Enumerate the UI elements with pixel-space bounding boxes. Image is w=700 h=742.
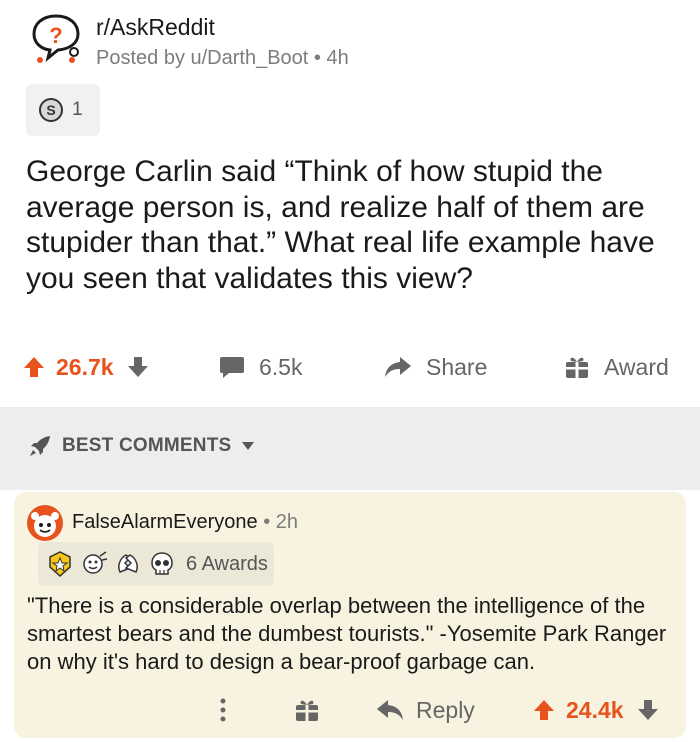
sort-dropdown[interactable]: BEST COMMENTS <box>28 434 255 458</box>
post-actions: 26.7k 6.5k Share Award <box>0 345 700 389</box>
downvote-arrow-icon[interactable] <box>126 355 150 379</box>
award-count: 1 <box>72 99 83 120</box>
comment-body: "There is a considerable overlap between… <box>27 593 667 674</box>
gift-icon <box>566 357 588 378</box>
awards-count-label: 6 Awards <box>186 552 268 575</box>
share-button[interactable]: Share <box>384 345 487 389</box>
reply-label: Reply <box>416 696 475 723</box>
skull-award-icon <box>151 552 173 575</box>
post-card: ? r/AskReddit Posted by u/Darth_Boot • 4… <box>0 0 700 407</box>
post-title[interactable]: George Carlin said “Think of how stupid … <box>26 154 686 296</box>
caret-down-icon <box>242 442 255 450</box>
more-options-button[interactable] <box>219 690 227 730</box>
comment-username[interactable]: FalseAlarmEveryone <box>72 511 258 533</box>
vote-controls: 26.7k <box>22 345 150 389</box>
downvote-arrow-icon[interactable] <box>636 698 660 722</box>
share-label: Share <box>426 353 488 380</box>
comment-age: 2h <box>275 511 298 533</box>
upvote-arrow-icon[interactable] <box>22 355 46 379</box>
upvote-count: 26.7k <box>56 353 114 380</box>
upvote-arrow-icon[interactable] <box>532 698 556 722</box>
meta-separator: • <box>263 511 276 533</box>
comment-meta: FalseAlarmEveryone • 2h <box>72 511 298 534</box>
hands-award-icon <box>118 554 138 573</box>
reply-button[interactable]: Reply <box>376 690 475 730</box>
post-awards[interactable]: S 1 <box>26 84 100 136</box>
award-button[interactable]: Award <box>564 345 669 389</box>
gold-award-icon <box>49 551 71 578</box>
comment-actions: Reply 24.4k <box>14 690 686 730</box>
face-award-icon <box>83 551 108 574</box>
post-meta: Posted by u/Darth_Boot • 4h <box>96 47 349 70</box>
rocket-icon <box>30 436 50 456</box>
avatar-icon[interactable] <box>26 504 64 542</box>
comment-award-button[interactable] <box>294 690 320 730</box>
comment-card: FalseAlarmEveryone • 2h 6 Awards "There … <box>14 492 686 738</box>
comment-bubble-icon <box>220 357 244 378</box>
meta-separator: • <box>313 47 327 69</box>
subreddit-name[interactable]: r/AskReddit <box>96 14 215 41</box>
silver-award-icon: S <box>39 98 63 122</box>
reply-arrow-icon <box>377 700 403 720</box>
posted-by-text[interactable]: Posted by u/Darth_Boot <box>96 47 308 69</box>
post-age: 4h <box>326 47 349 69</box>
award-label: Award <box>604 353 669 380</box>
comment-vote-controls: 24.4k <box>532 690 660 730</box>
more-dots-icon <box>220 698 226 722</box>
comment-count: 6.5k <box>259 353 303 380</box>
comments-button[interactable]: 6.5k <box>219 345 302 389</box>
gift-icon <box>296 700 318 721</box>
askreddit-snoo-icon[interactable]: ? <box>28 12 84 68</box>
comment-upvote-count: 24.4k <box>566 696 624 723</box>
comment-awards[interactable]: 6 Awards <box>38 542 274 586</box>
share-arrow-icon <box>385 357 411 377</box>
sort-label: BEST COMMENTS <box>62 435 232 456</box>
svg-text:?: ? <box>49 23 62 48</box>
svg-text:S: S <box>46 102 55 118</box>
